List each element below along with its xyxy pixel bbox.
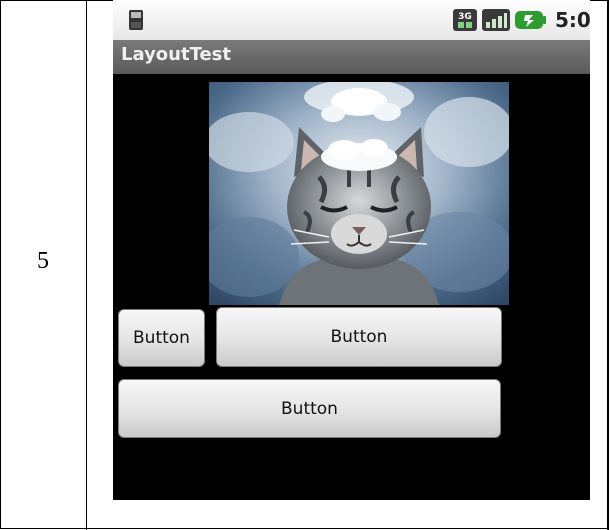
sd-card-icon (129, 10, 143, 30)
network-label: 3G (458, 12, 472, 22)
table-right-border (607, 0, 609, 530)
android-screen: 3G 5:07 PM LayoutTest (113, 0, 590, 500)
cat-image (209, 82, 509, 305)
table-cell-divider (86, 0, 87, 530)
clock-text: 5:07 PM (555, 8, 590, 32)
small-button[interactable]: Button (118, 309, 205, 367)
app-title: LayoutTest (121, 44, 231, 65)
clock: 5:07 PM (527, 8, 590, 32)
wide-button[interactable]: Button (216, 307, 502, 367)
signal-strength-icon (482, 9, 510, 31)
full-width-button[interactable]: Button (118, 379, 501, 438)
status-bar: 3G 5:07 PM (113, 0, 590, 40)
network-3g-icon: 3G (452, 8, 478, 32)
app-title-bar: LayoutTest (113, 40, 590, 74)
row-number-cell: 5 (37, 248, 49, 274)
